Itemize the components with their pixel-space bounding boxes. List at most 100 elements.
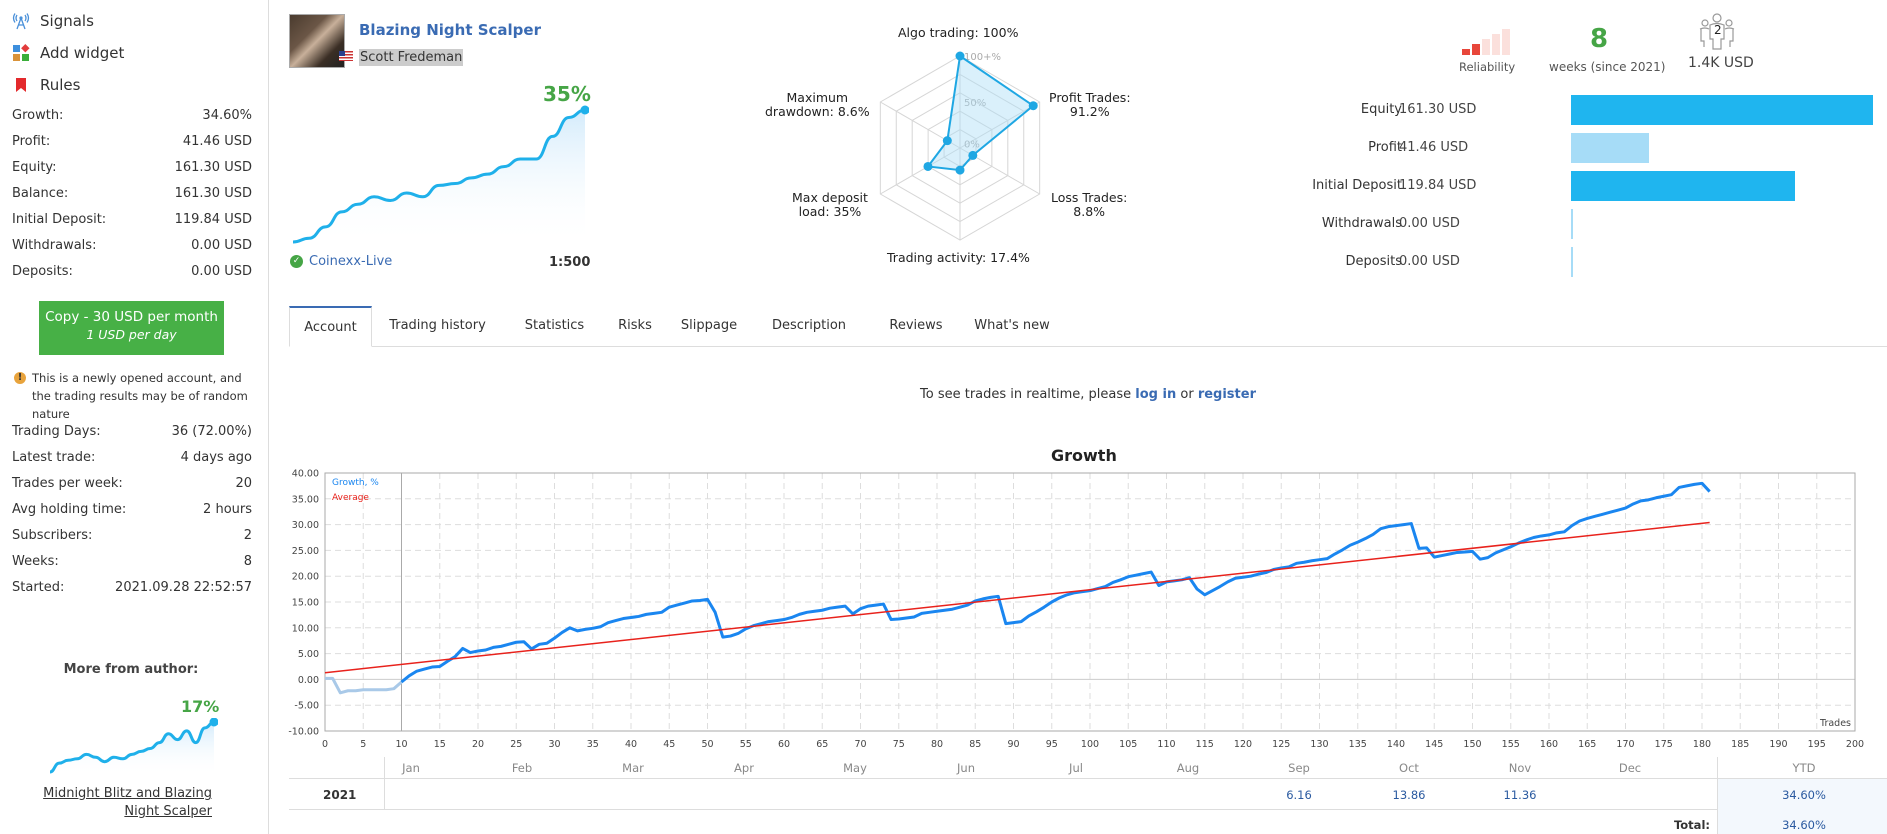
more-from-author-title: More from author: xyxy=(63,662,199,677)
radar-point xyxy=(1028,101,1038,111)
x-tick-label: 160 xyxy=(1540,739,1558,750)
sidebar-item-add-widget[interactable]: Add widget xyxy=(12,40,124,66)
signal-title[interactable]: Blazing Night Scalper xyxy=(359,21,541,39)
x-tick-label: 145 xyxy=(1425,739,1443,750)
table-col-divider xyxy=(384,757,385,809)
tab-account[interactable]: Account xyxy=(289,306,372,347)
finance-label: Equity xyxy=(1360,102,1402,117)
stat-label: Profit: xyxy=(12,134,51,149)
y-tick-label: 0.00 xyxy=(298,675,319,686)
login-link[interactable]: log in xyxy=(1135,387,1176,402)
stat-value: 34.60% xyxy=(202,108,252,123)
finance-value: 0.00 USD xyxy=(1399,254,1460,269)
month-header: Aug xyxy=(1176,761,1200,775)
month-header: Feb xyxy=(511,761,533,775)
sidebar-item-rules[interactable]: Rules xyxy=(12,72,80,98)
sidebar-item-label: Add widget xyxy=(40,44,125,62)
tab-description[interactable]: Description xyxy=(754,306,864,346)
x-tick-label: 135 xyxy=(1349,739,1367,750)
author-name[interactable]: Scott Fredeman xyxy=(359,49,464,66)
finance-bar xyxy=(1571,95,1873,125)
x-tick-label: 125 xyxy=(1272,739,1290,750)
radar-point xyxy=(923,161,933,171)
x-tick-label: 170 xyxy=(1616,739,1634,750)
average-line xyxy=(324,521,1710,674)
radar-label-max-deposit-load: Max deposit load: 35% xyxy=(792,190,868,219)
monthly-value[interactable]: 11.36 xyxy=(1490,788,1550,802)
x-tick-label: 35 xyxy=(587,739,599,750)
finance-value: 41.46 USD xyxy=(1399,140,1469,155)
legend-growth: Growth, % xyxy=(332,478,379,488)
stat-value: 2021.09.28 22:52:57 xyxy=(115,580,252,595)
tabs-divider xyxy=(289,346,1887,347)
stat-label: Deposits: xyxy=(12,264,73,279)
monthly-value[interactable]: 6.16 xyxy=(1269,788,1329,802)
stat-row: Weeks: 8 xyxy=(12,554,252,574)
copy-price: Copy - 30 USD per month xyxy=(45,309,218,325)
x-tick-label: 190 xyxy=(1769,739,1787,750)
y-tick-label: 30.00 xyxy=(292,520,319,531)
radar-point xyxy=(955,165,965,175)
radar-label-loss-trades: Loss Trades: 8.8% xyxy=(1051,190,1128,219)
tab-what-s-new[interactable]: What's new xyxy=(968,306,1056,346)
x-tick-label: 115 xyxy=(1196,739,1214,750)
reliability-bar xyxy=(1462,49,1470,55)
radar-point xyxy=(955,51,965,61)
table-divider xyxy=(289,809,1887,810)
y-tick-label: -5.00 xyxy=(294,701,319,712)
finance-bar xyxy=(1571,247,1573,277)
x-tick-label: 0 xyxy=(322,739,328,750)
radar-value-polygon xyxy=(926,54,1035,172)
copy-subscribe-button[interactable]: Copy - 30 USD per month 1 USD per day xyxy=(39,301,224,355)
stat-value: 2 xyxy=(243,528,252,543)
widget-icon xyxy=(12,44,30,62)
more-from-author-sparkline[interactable] xyxy=(46,718,218,776)
stat-label: Equity: xyxy=(12,160,57,175)
stat-label: Avg holding time: xyxy=(12,502,127,517)
table-divider xyxy=(289,778,1887,779)
tab-reviews[interactable]: Reviews xyxy=(868,306,964,346)
stat-row: Subscribers: 2 xyxy=(12,528,252,548)
finance-bar xyxy=(1571,209,1573,239)
stat-label: Trading Days: xyxy=(12,424,101,439)
tab-statistics[interactable]: Statistics xyxy=(507,306,602,346)
x-tick-label: 110 xyxy=(1157,739,1175,750)
month-header: Jul xyxy=(1069,761,1083,775)
tab-trading-history[interactable]: Trading history xyxy=(372,306,503,346)
month-header: Jun xyxy=(957,761,975,775)
bookmark-icon xyxy=(12,76,30,94)
x-tick-label: 175 xyxy=(1655,739,1673,750)
x-tick-label: 200 xyxy=(1846,739,1864,750)
stat-value: 2 hours xyxy=(203,502,252,517)
stat-value: 4 days ago xyxy=(180,450,252,465)
more-from-author-link[interactable]: Midnight Blitz and Blazing Night Scalper xyxy=(43,785,212,821)
register-link[interactable]: register xyxy=(1198,387,1256,402)
reliability-bar xyxy=(1492,34,1500,55)
growth-line xyxy=(400,481,1711,684)
finance-label: Deposits xyxy=(1345,254,1402,269)
stat-value: 0.00 USD xyxy=(191,238,252,253)
monthly-value[interactable]: 13.86 xyxy=(1379,788,1439,802)
radar-label-profit-trades: Profit Trades: 91.2% xyxy=(1049,90,1131,119)
x-tick-label: 40 xyxy=(625,739,637,750)
stat-value: 0.00 USD xyxy=(191,264,252,279)
month-header: Oct xyxy=(1399,761,1419,775)
y-tick-label: 5.00 xyxy=(298,649,319,660)
risk-radar-chart: 100+%50%0% xyxy=(879,51,1041,241)
stat-label: Withdrawals: xyxy=(12,238,97,253)
finance-label: Withdrawals xyxy=(1321,216,1402,231)
month-header: Sep xyxy=(1288,761,1310,775)
sidebar-item-signals[interactable]: Signals xyxy=(12,8,94,34)
tab-slippage[interactable]: Slippage xyxy=(668,306,750,346)
author-avatar[interactable] xyxy=(289,14,345,68)
tab-risks[interactable]: Risks xyxy=(606,306,664,346)
month-header: May xyxy=(843,761,867,775)
sparkline-area xyxy=(293,110,585,246)
stat-row: Growth: 34.60% xyxy=(12,108,252,128)
radar-point xyxy=(968,150,978,160)
x-tick-label: 120 xyxy=(1234,739,1252,750)
x-tick-label: 50 xyxy=(701,739,713,750)
broker-server[interactable]: ✓ Coinexx-Live xyxy=(290,254,392,269)
radar-label-max-drawdown: Maximum drawdown: 8.6% xyxy=(765,90,870,119)
weeks-count: 8 xyxy=(1590,24,1609,54)
